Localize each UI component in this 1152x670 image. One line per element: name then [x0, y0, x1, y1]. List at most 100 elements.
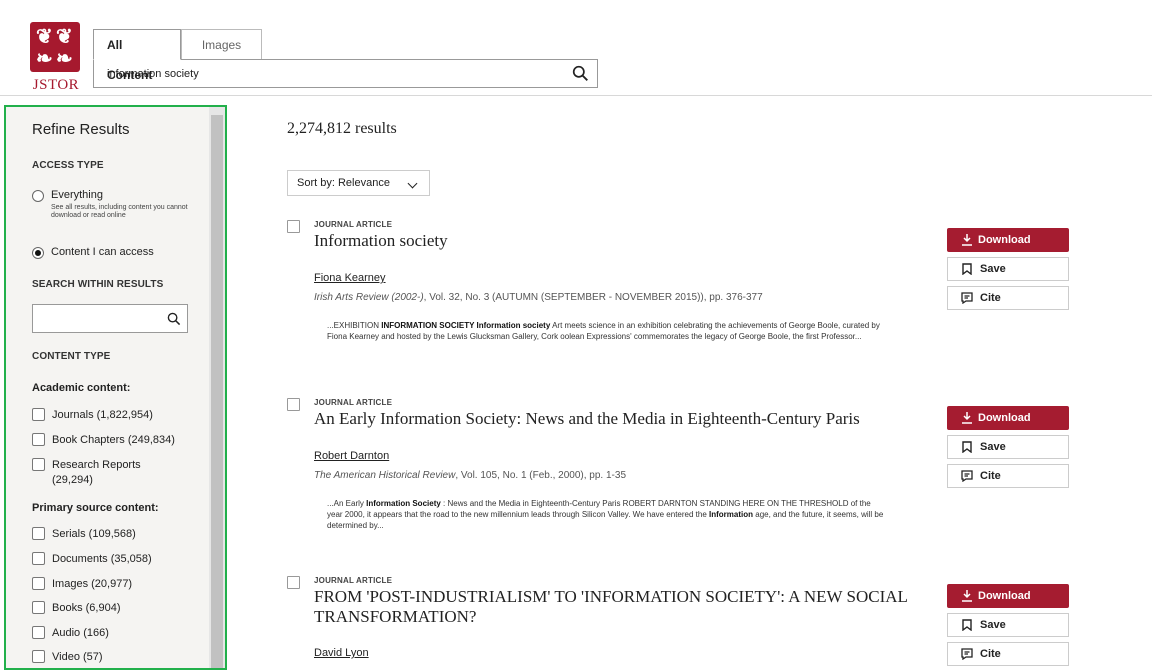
primary-content-heading: Primary source content:: [32, 502, 159, 514]
checkbox[interactable]: [32, 650, 45, 663]
search-within-heading: SEARCH WITHIN RESULTS: [32, 279, 164, 290]
save-label: Save: [980, 619, 1006, 631]
search-bar: [93, 59, 598, 88]
result-journal: Irish Arts Review (2002-): [314, 292, 424, 303]
filter-label-count: (29,294): [52, 474, 93, 486]
radio-label: Everything: [51, 189, 103, 201]
result-author[interactable]: Fiona Kearney: [314, 272, 386, 284]
cite-label: Cite: [980, 470, 1001, 482]
filter-label: Book Chapters (249,834): [52, 434, 175, 446]
cite-label: Cite: [980, 648, 1001, 660]
cite-button[interactable]: Cite: [947, 464, 1069, 488]
result-title[interactable]: FROM 'POST-INDUSTRIALISM' TO 'INFORMATIO…: [314, 587, 914, 627]
checkbox[interactable]: [32, 527, 45, 540]
logo-text: JSTOR: [32, 77, 80, 93]
checkbox[interactable]: [32, 577, 45, 590]
checkbox[interactable]: [32, 458, 45, 471]
quote-icon: [961, 648, 973, 660]
checkbox[interactable]: [32, 626, 45, 639]
bookmark-icon: [962, 263, 972, 275]
bookmark-icon: [962, 441, 972, 453]
filter-label: Serials (109,568): [52, 528, 136, 540]
cite-button[interactable]: Cite: [947, 642, 1069, 666]
radio-button-selected[interactable]: [32, 247, 44, 259]
download-icon: [962, 234, 972, 246]
save-button[interactable]: Save: [947, 257, 1069, 281]
snippet-text: ...An Early: [327, 499, 367, 508]
download-button[interactable]: Download: [947, 406, 1069, 430]
filter-label: Documents (35,058): [52, 553, 152, 565]
sidebar-title: Refine Results: [32, 121, 130, 138]
access-type-heading: ACCESS TYPE: [32, 160, 104, 171]
radio-button[interactable]: [32, 190, 44, 202]
result-snippet: ...An Early Information Society : News a…: [327, 498, 887, 531]
filter-label: Video (57): [52, 651, 103, 663]
download-button[interactable]: Download: [947, 584, 1069, 608]
save-label: Save: [980, 441, 1006, 453]
snippet-highlight: Information Society: [366, 499, 441, 508]
result-title[interactable]: Information society: [314, 231, 924, 251]
result-source: Irish Arts Review (2002-), Vol. 32, No. …: [314, 292, 763, 303]
sidebar-scrollbar[interactable]: [209, 107, 225, 668]
result-type: JOURNAL ARTICLE: [314, 576, 393, 585]
result-type: JOURNAL ARTICLE: [314, 398, 393, 407]
academic-content-heading: Academic content:: [32, 382, 131, 394]
refine-sidebar: Refine Results ACCESS TYPE Everything Se…: [4, 105, 227, 670]
filter-label: Books (6,904): [52, 602, 121, 614]
sort-label: Sort by: Relevance: [297, 177, 390, 189]
sort-dropdown[interactable]: Sort by: Relevance: [287, 170, 430, 196]
result-author[interactable]: David Lyon: [314, 647, 369, 659]
tab-all-content[interactable]: All Content: [93, 29, 181, 82]
save-label: Save: [980, 263, 1006, 275]
search-icon[interactable]: [167, 312, 181, 326]
jstor-logo-mark: ❦ ❦ ❧ ❧: [30, 22, 80, 72]
snippet-text: ...EXHIBITION: [327, 321, 382, 330]
filter-label: Audio (166): [52, 627, 109, 639]
result-source: The American Historical Review, Vol. 105…: [314, 470, 626, 481]
header: ❦ ❦ ❧ ❧ JSTOR All Content Images: [0, 0, 1152, 96]
jstor-logo[interactable]: ❦ ❦ ❧ ❧ JSTOR: [30, 22, 82, 100]
radio-note: See all results, including content you c…: [51, 204, 188, 219]
result-title[interactable]: An Early Information Society: News and t…: [314, 409, 954, 429]
download-label: Download: [978, 590, 1031, 602]
result-type: JOURNAL ARTICLE: [314, 220, 393, 229]
result-checkbox[interactable]: [287, 576, 300, 589]
filter-label: Research Reports: [52, 459, 141, 471]
tab-images[interactable]: Images: [181, 29, 262, 60]
search-within-input[interactable]: [32, 304, 188, 333]
result-source-details: , Vol. 105, No. 1 (Feb., 2000), pp. 1-35: [455, 470, 627, 481]
cite-label: Cite: [980, 292, 1001, 304]
result-snippet: ...EXHIBITION INFORMATION SOCIETY Inform…: [327, 320, 887, 342]
quote-icon: [961, 470, 973, 482]
result-checkbox[interactable]: [287, 398, 300, 411]
filter-label: Images (20,977): [52, 578, 133, 590]
download-icon: [962, 412, 972, 424]
save-button[interactable]: Save: [947, 613, 1069, 637]
checkbox[interactable]: [32, 601, 45, 614]
results-count: 2,274,812 results: [287, 120, 397, 137]
bookmark-icon: [962, 619, 972, 631]
content-type-heading: CONTENT TYPE: [32, 351, 111, 362]
download-label: Download: [978, 412, 1031, 424]
result-checkbox[interactable]: [287, 220, 300, 233]
snippet-highlight: INFORMATION SOCIETY Information society: [381, 321, 551, 330]
checkbox[interactable]: [32, 433, 45, 446]
save-button[interactable]: Save: [947, 435, 1069, 459]
search-icon[interactable]: [572, 65, 589, 82]
scrollbar-thumb[interactable]: [211, 115, 223, 668]
result-source-details: , Vol. 32, No. 3 (AUTUMN (SEPTEMBER - NO…: [423, 292, 763, 303]
result-journal: The American Historical Review: [314, 470, 456, 481]
chevron-down-icon: [407, 178, 418, 189]
cite-button[interactable]: Cite: [947, 286, 1069, 310]
quote-icon: [961, 292, 973, 304]
checkbox[interactable]: [32, 552, 45, 565]
radio-label: Content I can access: [51, 246, 154, 258]
download-label: Download: [978, 234, 1031, 246]
download-button[interactable]: Download: [947, 228, 1069, 252]
snippet-highlight: Information: [709, 510, 754, 519]
checkbox[interactable]: [32, 408, 45, 421]
result-author[interactable]: Robert Darnton: [314, 450, 389, 462]
filter-label: Journals (1,822,954): [52, 409, 153, 421]
search-input[interactable]: [94, 60, 564, 87]
download-icon: [962, 590, 972, 602]
